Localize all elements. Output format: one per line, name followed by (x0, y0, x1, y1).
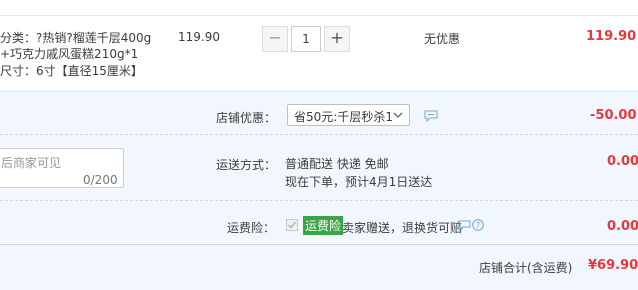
item-subtotal: 119.90 (586, 29, 637, 44)
shop-total-label: 店铺合计(含运费) (479, 261, 573, 275)
divider (0, 200, 638, 201)
shipping-amount: 0.00 (607, 154, 638, 169)
divider (0, 134, 638, 135)
qty-input[interactable]: 1 (291, 26, 321, 52)
help-icon[interactable]: ? (472, 219, 484, 234)
divider (0, 244, 638, 245)
quantity-stepper: − 1 + (262, 26, 350, 52)
coupon-amount: -50.00 (590, 108, 637, 123)
comment-icon[interactable] (458, 220, 471, 234)
shipping-label: 运送方式： (216, 158, 277, 172)
comment-icon[interactable] (424, 110, 438, 125)
insurance-checkbox[interactable] (286, 219, 298, 234)
insurance-badge: 运费险 (303, 216, 344, 235)
shipping-eta: 现在下单，预计4月1日送达 (285, 175, 433, 189)
insurance-text: 卖家赠送，退换货可赔 (342, 221, 463, 235)
qty-increase-button[interactable]: + (324, 26, 350, 52)
shipping-method: 普通配送 快递 免邮 (285, 157, 389, 171)
coupon-select-value: 省50元:千层秒杀1 (294, 110, 393, 124)
chevron-down-icon (392, 108, 404, 125)
message-char-count: 0/200 (83, 173, 118, 187)
qty-decrease-button[interactable]: − (262, 26, 288, 52)
shop-total-amount: ¥69.90 (588, 258, 638, 273)
svg-text:?: ? (476, 221, 480, 230)
insurance-amount: 0.00 (607, 219, 638, 234)
message-placeholder: 后商家可见 (1, 156, 62, 170)
coupon-select[interactable]: 省50元:千层秒杀1 (287, 104, 410, 126)
item-sku-line-3: 尺寸：6寸【直径15厘米】 (0, 64, 143, 78)
insurance-label: 运费险： (227, 221, 276, 235)
seller-message-input[interactable]: 后商家可见 0/200 (0, 148, 124, 188)
item-unit-price: 119.90 (178, 30, 220, 44)
item-discount: 无优惠 (424, 32, 461, 46)
coupon-label: 店铺优惠： (216, 111, 277, 125)
